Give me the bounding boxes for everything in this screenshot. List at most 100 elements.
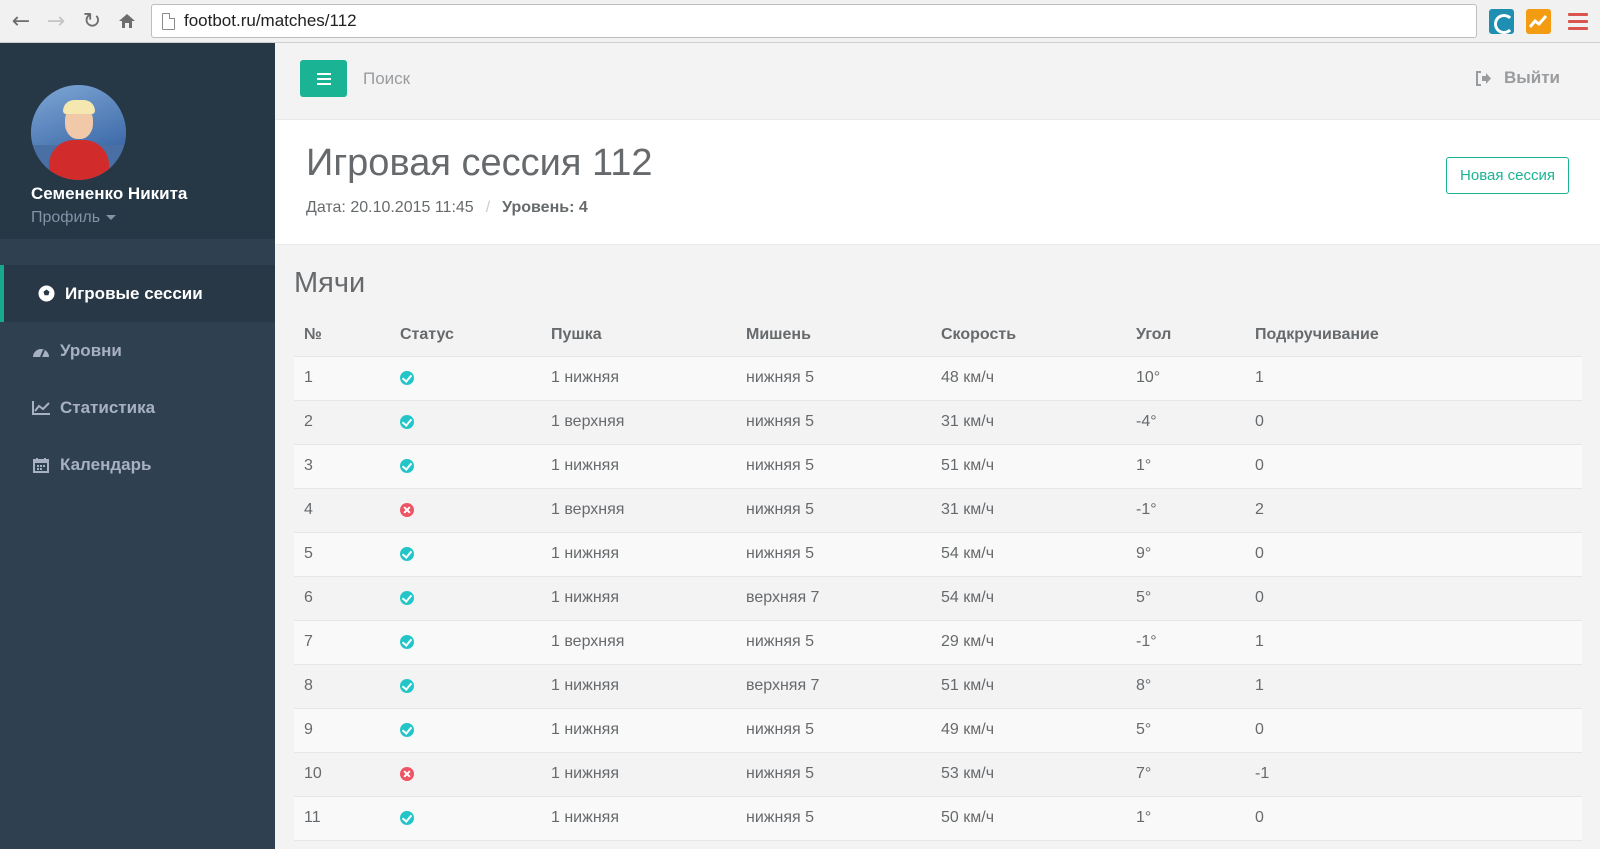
speed-cell: 31 км/ч [931,488,1126,533]
forward-arrow-icon[interactable]: → [43,8,69,34]
menu-toggle-button[interactable] [300,60,347,97]
avatar[interactable] [31,85,126,180]
logout-label: Выйти [1503,68,1560,87]
extension-icon[interactable] [1489,9,1514,34]
column-cannon-header: Пушка [541,314,736,357]
number-cell: 4 [294,488,390,533]
check-circle-icon [400,810,414,825]
reload-icon[interactable]: ↻ [79,8,105,34]
back-arrow-icon[interactable]: ← [8,8,34,34]
status-cell [390,576,541,621]
angle-cell: 10° [1126,356,1245,401]
number-cell: 1 [294,356,390,401]
speed-cell: 54 км/ч [931,576,1126,621]
target-cell: нижняя 5 [736,532,931,577]
table-row: 6 1 нижняя верхняя 7 54 км/ч 5° 0 [294,576,1582,621]
profile-panel: Семененко Никита Профиль [0,43,275,239]
angle-cell: 5° [1126,708,1245,753]
speed-cell: 48 км/ч [931,356,1126,401]
sidebar-item-statistics[interactable]: Статистика [0,379,275,436]
table-row: 7 1 верхняя нижняя 5 29 км/ч -1° 1 [294,620,1582,665]
speed-cell: 31 км/ч [931,400,1126,445]
angle-cell: -1° [1126,488,1245,533]
target-cell: верхняя 7 [736,576,931,621]
check-circle-icon [400,370,414,385]
speed-cell: 51 км/ч [931,444,1126,489]
number-cell: 10 [294,752,390,797]
status-cell [390,708,541,753]
target-cell: нижняя 5 [736,400,931,445]
cannon-cell: 1 верхняя [541,488,736,533]
breadcrumb-separator: / [485,199,491,216]
profile-link-label: Профиль [31,209,101,226]
line-chart-icon [30,400,52,415]
spin-cell: 0 [1245,444,1582,489]
cannon-cell: 1 нижняя [541,796,736,841]
breadcrumb: Дата: 20.10.2015 11:45 / Уровень: 4 [306,199,588,217]
url-input[interactable] [184,8,1464,34]
session-level: Уровень: 4 [502,199,588,216]
spin-cell: 0 [1245,532,1582,577]
home-icon[interactable] [114,8,140,34]
status-cell [390,444,541,489]
dashboard-icon [30,344,52,358]
top-navbar: Выйти [275,43,1600,120]
table-row: 11 1 нижняя нижняя 5 50 км/ч 1° 0 [294,796,1582,841]
error-circle-icon [400,502,414,517]
table-row: 4 1 верхняя нижняя 5 31 км/ч -1° 2 [294,488,1582,533]
new-session-button[interactable]: Новая сессия [1446,157,1569,194]
cannon-cell: 1 нижняя [541,532,736,577]
sidebar-item-sessions[interactable]: Игровые сессии [0,265,275,322]
check-circle-icon [400,590,414,605]
target-cell: нижняя 5 [736,356,931,401]
cannon-cell: 1 нижняя [541,708,736,753]
page-icon [162,13,175,30]
speed-cell: 51 км/ч [931,664,1126,709]
column-spin-header: Подкручивание [1245,314,1582,357]
column-number-header: № [294,314,390,357]
spin-cell: 2 [1245,488,1582,533]
sidebar-item-label: Календарь [60,454,152,474]
section-title: Мячи [294,267,366,299]
spin-cell: 0 [1245,708,1582,753]
browser-menu-icon[interactable] [1568,13,1588,30]
check-circle-icon [400,722,414,737]
main-area: Выйти Игровая сессия 112 Дата: 20.10.201… [275,43,1600,849]
table-row: 3 1 нижняя нижняя 5 51 км/ч 1° 0 [294,444,1582,489]
table-row: 8 1 нижняя верхняя 7 51 км/ч 8° 1 [294,664,1582,709]
table-header-row: № Статус Пушка Мишень Скорость Угол Подкручива… [294,314,1582,357]
status-cell [390,620,541,665]
status-cell [390,752,541,797]
address-bar[interactable] [151,4,1477,38]
check-circle-icon [400,634,414,649]
column-status-header: Статус [390,314,541,357]
number-cell: 6 [294,576,390,621]
logout-link[interactable]: Выйти [1475,68,1560,88]
browser-toolbar: ← → ↻ [0,0,1600,43]
cannon-cell: 1 нижняя [541,664,736,709]
target-cell: нижняя 5 [736,488,931,533]
balls-table: № Статус Пушка Мишень Скорость Угол Подкручива… [294,314,1582,841]
target-cell: нижняя 5 [736,708,931,753]
angle-cell: 5° [1126,576,1245,621]
sidebar-item-levels[interactable]: Уровни [0,322,275,379]
table-row: 9 1 нижняя нижняя 5 49 км/ч 5° 0 [294,708,1582,753]
table-body: 11 нижняя нижняя 5 48 км/ч 10° 1 2 1 верхняя ни… [294,356,1582,841]
angle-cell: -1° [1126,620,1245,665]
angle-cell: 7° [1126,752,1245,797]
spin-cell: 0 [1245,796,1582,841]
sidebar-item-calendar[interactable]: Календарь [0,436,275,493]
number-cell: 9 [294,708,390,753]
spin-cell: 1 [1245,356,1582,401]
speed-cell: 54 км/ч [931,532,1126,577]
status-cell [390,356,541,401]
analytics-extension-icon[interactable] [1526,9,1551,34]
angle-cell: -4° [1126,400,1245,445]
target-cell: нижняя 5 [736,444,931,489]
profile-dropdown[interactable]: Профиль [31,209,117,227]
speed-cell: 29 км/ч [931,620,1126,665]
spin-cell: 0 [1245,576,1582,621]
search-input[interactable] [363,65,763,93]
cannon-cell: 1 нижняя [541,444,736,489]
table-row: 11 нижняя нижняя 5 48 км/ч 10° 1 [294,356,1582,401]
